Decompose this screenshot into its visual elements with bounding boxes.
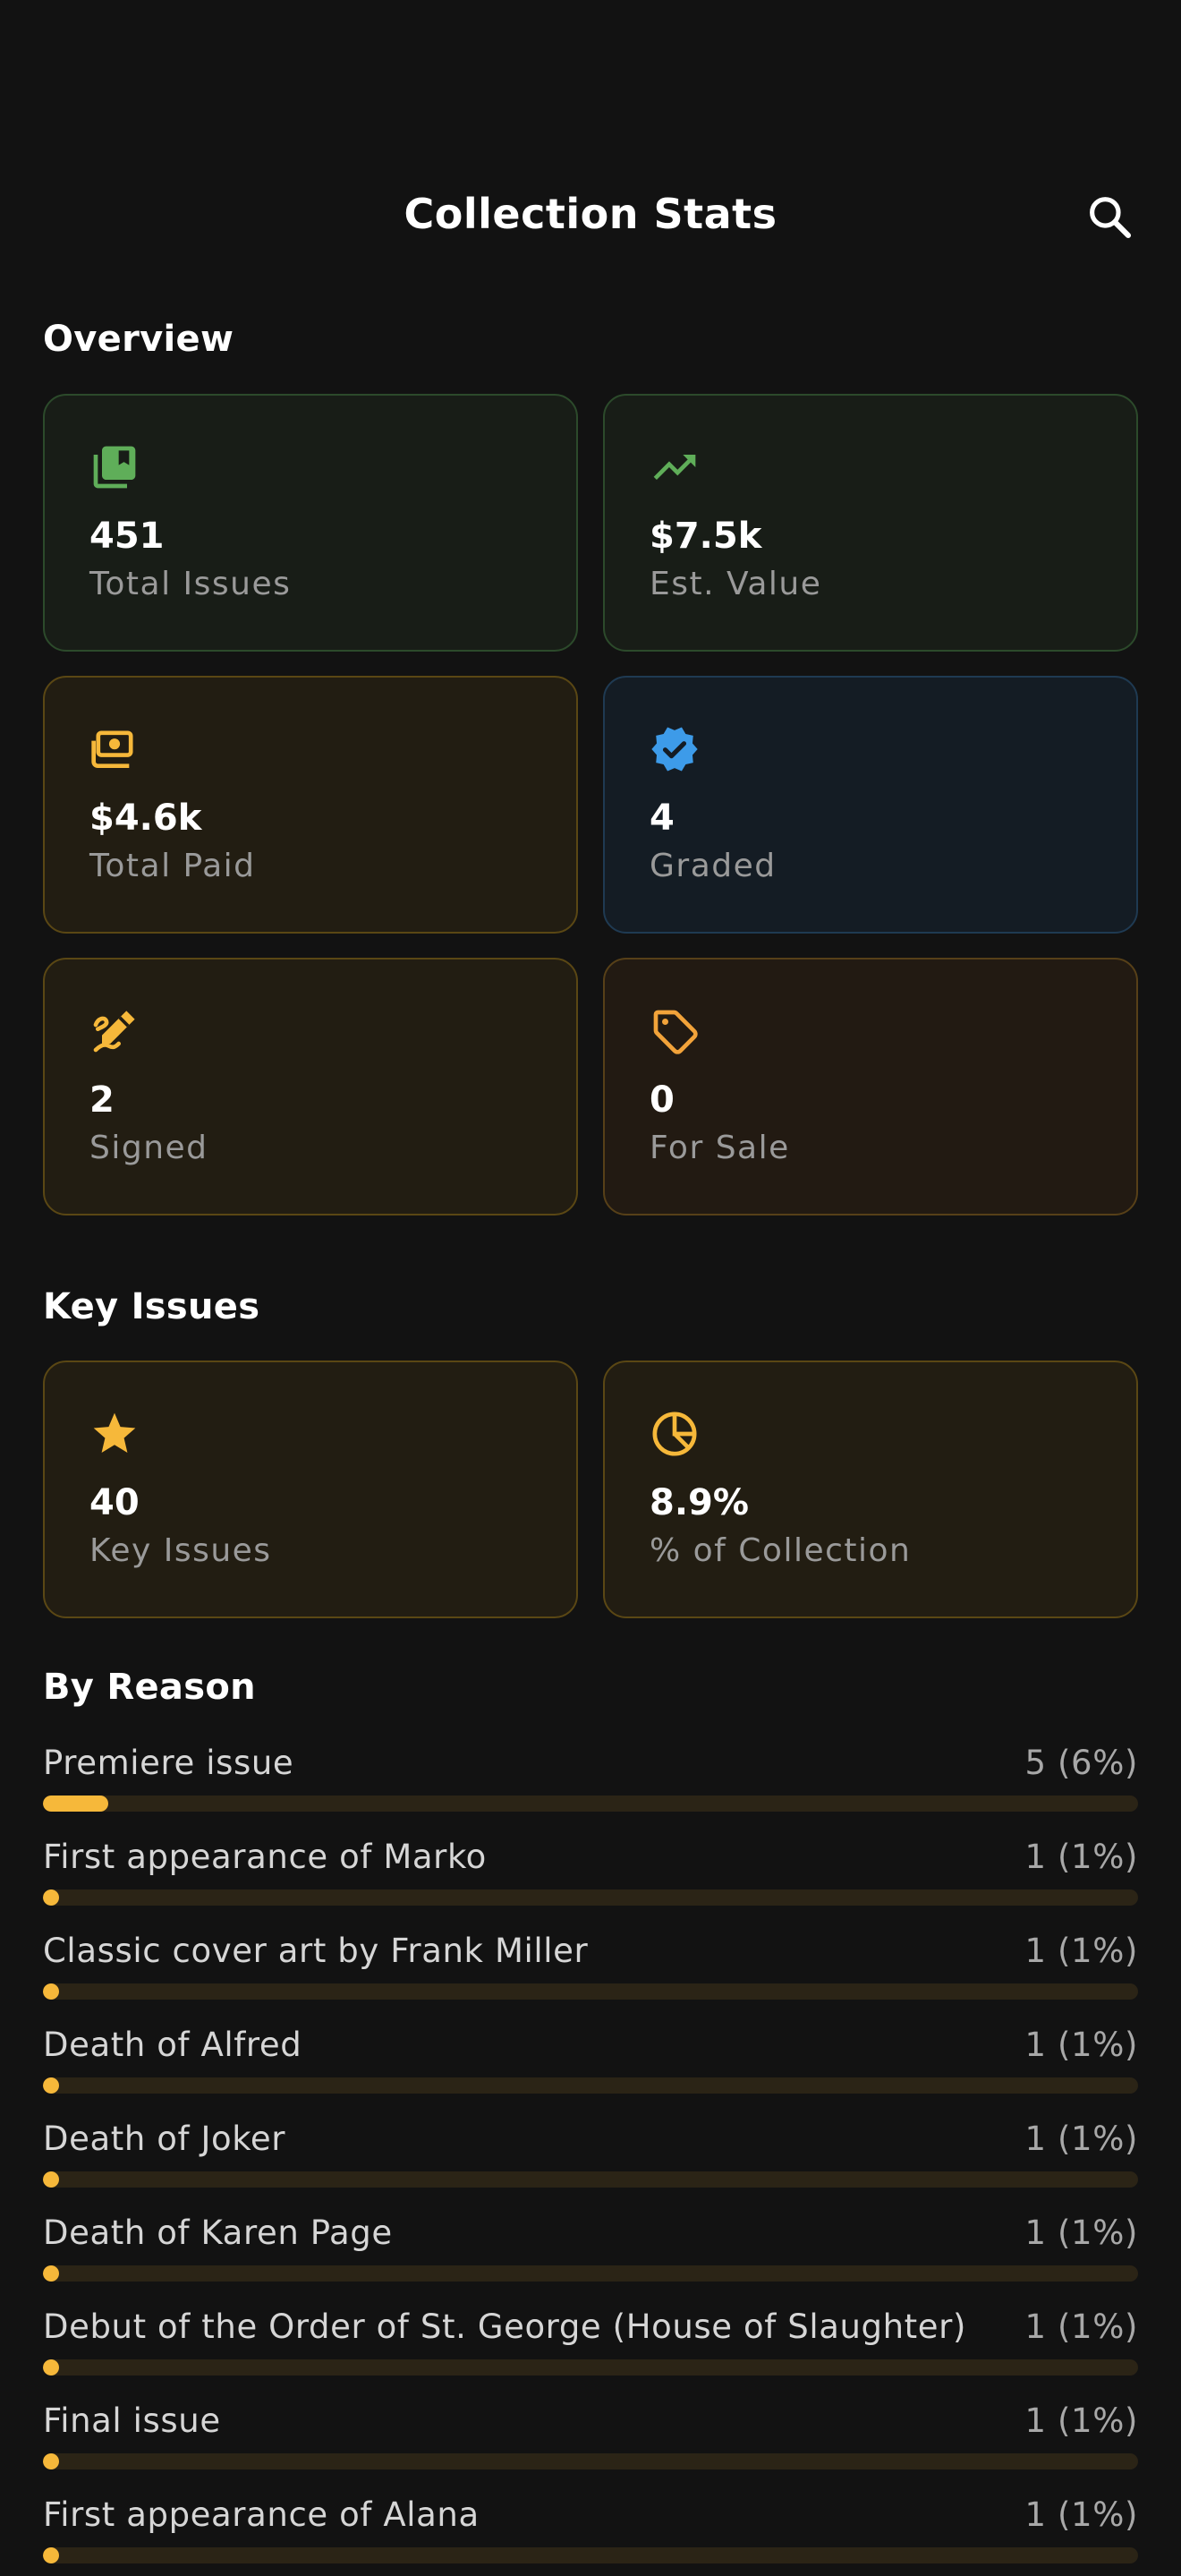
- stat-label: Signed: [89, 1130, 208, 1166]
- reason-count: 1 (1%): [1024, 2307, 1138, 2346]
- reason-progress-track: [43, 2547, 1138, 2563]
- search-button[interactable]: [1081, 188, 1138, 245]
- stat-value: $4.6k: [89, 798, 202, 839]
- stat-label: Graded: [650, 848, 777, 884]
- reason-progress-track: [43, 1796, 1138, 1812]
- stat-value: $7.5k: [650, 516, 762, 557]
- stat-value: 40: [89, 1482, 140, 1523]
- reason-count: 1 (1%): [1024, 2120, 1138, 2158]
- reason-progress-track: [43, 2077, 1138, 2094]
- reason-progress-fill: [43, 2359, 59, 2376]
- reason-progress-track: [43, 2265, 1138, 2282]
- trending-up-icon: [650, 442, 700, 492]
- stat-card-key-issues[interactable]: 40 Key Issues: [43, 1361, 578, 1618]
- reason-row: First appearance of Marko 1 (1%): [43, 1838, 1138, 1918]
- app-header: Collection Stats: [0, 161, 1181, 277]
- reason-label: Premiere issue: [43, 1744, 294, 1782]
- stat-card-total-paid[interactable]: $4.6k Total Paid: [43, 676, 578, 934]
- library-books-icon: [89, 442, 140, 492]
- reason-label: Death of Alfred: [43, 2026, 302, 2064]
- stat-card-signed[interactable]: 2 Signed: [43, 958, 578, 1215]
- stat-value: 2: [89, 1079, 115, 1121]
- reason-progress-track: [43, 2171, 1138, 2188]
- pie-chart-icon: [650, 1409, 700, 1459]
- stat-label: Total Issues: [89, 566, 292, 602]
- stat-value: 451: [89, 516, 165, 557]
- overview-section-title: Overview: [43, 319, 234, 360]
- reason-progress-track: [43, 1889, 1138, 1906]
- stat-label: % of Collection: [650, 1532, 912, 1569]
- reason-count: 1 (1%): [1024, 2213, 1138, 2252]
- reason-label: First appearance of Marko: [43, 1838, 487, 1876]
- reason-progress-track: [43, 2453, 1138, 2469]
- reason-count: 1 (1%): [1024, 2026, 1138, 2064]
- reason-progress-fill: [43, 1983, 59, 2000]
- reason-count: 5 (6%): [1024, 1744, 1138, 1782]
- by-reason-section-title: By Reason: [43, 1667, 256, 1708]
- reason-label: Final issue: [43, 2401, 221, 2440]
- reason-progress-track: [43, 1983, 1138, 2000]
- stat-value: 4: [650, 798, 675, 839]
- key-issues-section-title: Key Issues: [43, 1286, 260, 1327]
- reason-row: Debut of the Order of St. George (House …: [43, 2307, 1138, 2388]
- reason-progress-fill: [43, 2265, 59, 2282]
- reason-progress-track: [43, 2359, 1138, 2376]
- reason-label: Classic cover art by Frank Miller: [43, 1932, 589, 1970]
- page-title: Collection Stats: [404, 190, 777, 238]
- reason-progress-fill: [43, 1796, 108, 1812]
- price-tag-icon: [650, 1006, 700, 1056]
- reason-count: 1 (1%): [1024, 2401, 1138, 2440]
- payments-icon: [89, 724, 140, 774]
- reason-label: First appearance of Alana: [43, 2495, 480, 2534]
- stat-value: 0: [650, 1079, 675, 1121]
- reason-label: Debut of the Order of St. George (House …: [43, 2307, 966, 2346]
- reason-row: Death of Joker 1 (1%): [43, 2120, 1138, 2200]
- reason-row: Premiere issue 5 (6%): [43, 1744, 1138, 1824]
- reason-label: Death of Karen Page: [43, 2213, 393, 2252]
- reason-progress-fill: [43, 1889, 59, 1906]
- search-icon: [1090, 197, 1132, 239]
- stat-label: Est. Value: [650, 566, 822, 602]
- reason-label: Death of Joker: [43, 2120, 286, 2158]
- reason-row: Death of Karen Page 1 (1%): [43, 2213, 1138, 2294]
- stat-card-est-value[interactable]: $7.5k Est. Value: [603, 394, 1138, 652]
- stat-card-percent-collection[interactable]: 8.9% % of Collection: [603, 1361, 1138, 1618]
- stat-label: Total Paid: [89, 848, 256, 884]
- stat-card-graded[interactable]: 4 Graded: [603, 676, 1138, 934]
- reason-progress-fill: [43, 2077, 59, 2094]
- reason-count: 1 (1%): [1024, 2495, 1138, 2534]
- verified-badge-icon: [650, 724, 700, 774]
- reason-progress-fill: [43, 2171, 59, 2188]
- reason-count: 1 (1%): [1024, 1838, 1138, 1876]
- stat-card-for-sale[interactable]: 0 For Sale: [603, 958, 1138, 1215]
- reason-row: Classic cover art by Frank Miller 1 (1%): [43, 1932, 1138, 2012]
- stat-value: 8.9%: [650, 1482, 749, 1523]
- reason-row: Death of Alfred 1 (1%): [43, 2026, 1138, 2106]
- signature-pen-icon: [89, 1006, 140, 1056]
- reason-row: First appearance of Alana 1 (1%): [43, 2495, 1138, 2576]
- reason-count: 1 (1%): [1024, 1932, 1138, 1970]
- reason-progress-fill: [43, 2453, 59, 2469]
- star-icon: [89, 1409, 140, 1459]
- stat-card-total-issues[interactable]: 451 Total Issues: [43, 394, 578, 652]
- stat-label: For Sale: [650, 1130, 790, 1166]
- stat-label: Key Issues: [89, 1532, 272, 1569]
- reason-row: Final issue 1 (1%): [43, 2401, 1138, 2482]
- reason-progress-fill: [43, 2547, 59, 2563]
